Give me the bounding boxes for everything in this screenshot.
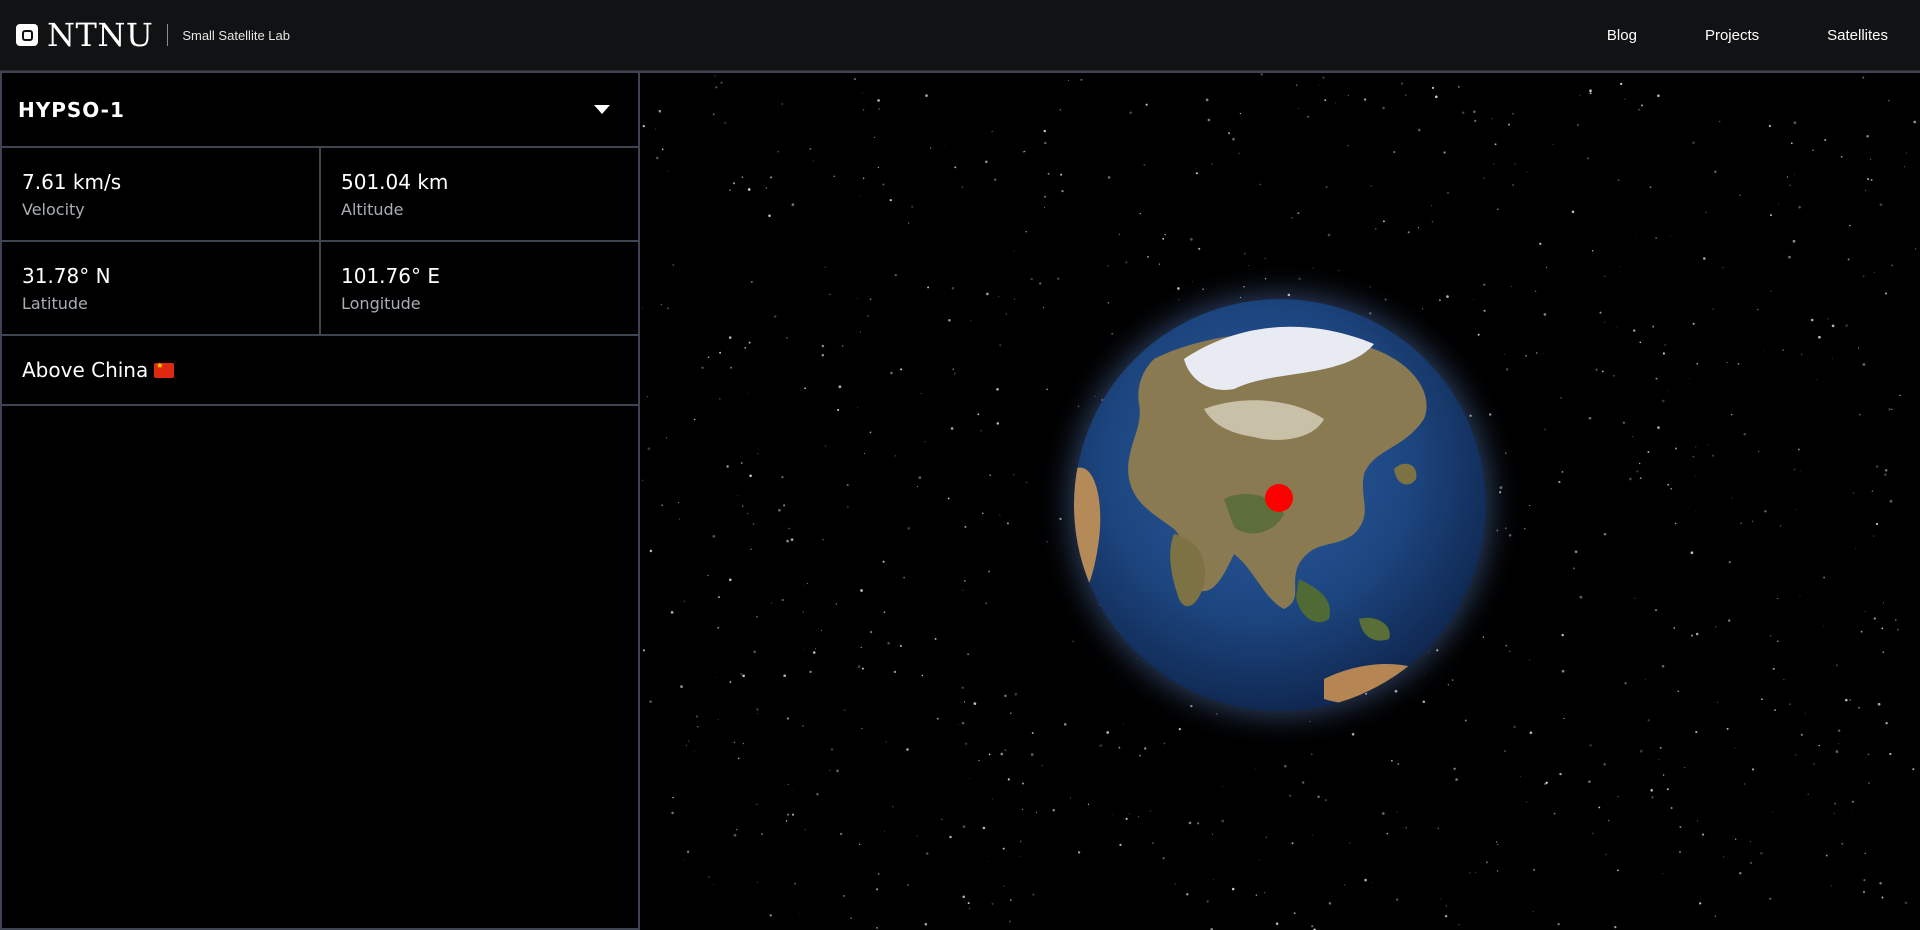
longitude-stat: 101.76° E Longitude [321, 242, 638, 334]
satellite-select[interactable]: HYPSO-1 [2, 73, 638, 148]
velocity-label: Velocity [22, 200, 85, 219]
location-readout: Above China [2, 336, 638, 406]
latitude-value: 31.78° N [22, 264, 111, 288]
brand-divider [167, 24, 169, 46]
latitude-stat: 31.78° N Latitude [2, 242, 321, 334]
latitude-label: Latitude [22, 294, 88, 313]
longitude-value: 101.76° E [341, 264, 440, 288]
brand-subtitle: Small Satellite Lab [182, 27, 290, 43]
logo-icon [16, 24, 38, 46]
longitude-label: Longitude [341, 294, 421, 313]
stat-row: 7.61 km/s Velocity 501.04 km Altitude [2, 148, 638, 242]
stat-row: 31.78° N Latitude 101.76° E Longitude [2, 242, 638, 336]
altitude-value: 501.04 km [341, 170, 449, 194]
velocity-stat: 7.61 km/s Velocity [2, 148, 321, 240]
chevron-down-icon[interactable] [594, 105, 610, 114]
brand[interactable]: NTNU Small Satellite Lab [16, 19, 290, 51]
velocity-value: 7.61 km/s [22, 170, 122, 194]
globe-view[interactable] [640, 71, 1920, 930]
altitude-stat: 501.04 km Altitude [321, 148, 638, 240]
top-navbar: NTNU Small Satellite Lab Blog Projects S… [0, 0, 1920, 71]
nav-blog[interactable]: Blog [1607, 27, 1637, 44]
china-flag-icon [154, 361, 175, 378]
main-nav: Blog Projects Satellites [1539, 27, 1888, 44]
satellite-name: HYPSO-1 [18, 97, 125, 122]
satellite-panel: HYPSO-1 7.61 km/s Velocity 501.04 km Alt… [0, 71, 640, 930]
brand-name: NTNU [47, 16, 154, 54]
location-text: Above China [22, 358, 149, 382]
altitude-label: Altitude [341, 200, 404, 219]
nav-projects[interactable]: Projects [1705, 27, 1759, 44]
nav-satellites[interactable]: Satellites [1827, 27, 1888, 44]
satellite-marker-icon[interactable] [1265, 484, 1293, 512]
